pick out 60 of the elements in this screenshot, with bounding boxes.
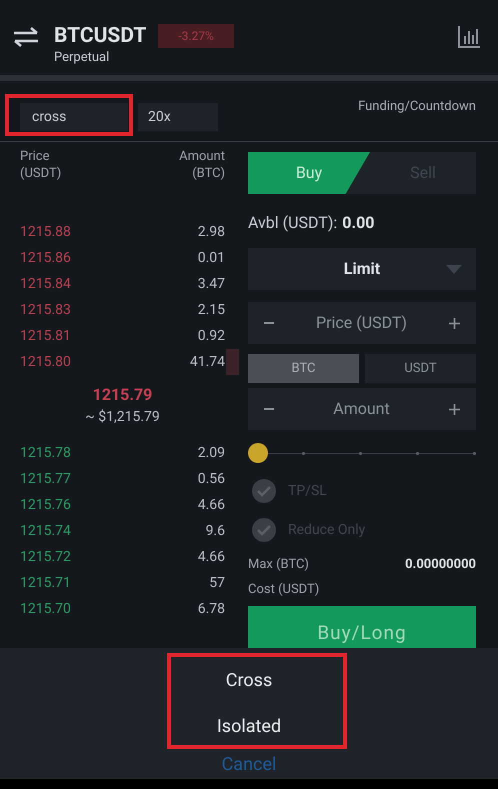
amount-cell-text: 6.78 (198, 600, 225, 618)
order-side-tab[interactable]: Buy (248, 152, 370, 194)
price-cell-text: 1215.76 (20, 496, 71, 514)
amount-cell-text: 3.47 (198, 274, 225, 294)
amount-header: Amount (BTC) (179, 148, 225, 182)
change-badge: -3.27% (158, 24, 234, 48)
sheet-option[interactable]: Isolated (206, 704, 292, 750)
amount-cell-text: 2.09 (198, 444, 225, 462)
amount-stepper[interactable]: Amount (248, 388, 476, 430)
amount-cell-text: 9.6 (206, 522, 225, 540)
price-cell-text: 1215.81 (20, 326, 71, 346)
max-label: Max (BTC) (248, 556, 309, 574)
price-stepper[interactable]: Price (USDT) (248, 302, 476, 344)
last-price: 1215.79 (92, 384, 152, 406)
price-cell-text: 1215.78 (20, 444, 71, 462)
price-cell-text: 1215.72 (20, 548, 71, 566)
price-cell-text: 1215.84 (20, 274, 71, 294)
amount-cell-text: 57 (209, 574, 225, 592)
chart-icon[interactable] (458, 26, 480, 48)
price-input[interactable]: Price (USDT) (274, 311, 449, 335)
amount-cell-text: 2.98 (198, 222, 225, 242)
cost-label: Cost (USDT) (248, 580, 320, 598)
margin-mode-field[interactable]: cross (20, 103, 128, 131)
swap-icon[interactable] (12, 27, 40, 47)
order-type-select[interactable]: Limit (248, 248, 476, 290)
caret-icon (446, 264, 462, 274)
available-value: 0.00 (342, 212, 374, 234)
check-icon[interactable] (252, 518, 276, 542)
plus-icon[interactable] (449, 318, 460, 328)
sheet-option[interactable]: Cross (216, 658, 282, 704)
price-cell-text: 1215.77 (20, 470, 71, 488)
unit-tab[interactable]: USDT (365, 354, 476, 383)
amount-cell-text: 2.15 (198, 300, 225, 320)
plus-icon[interactable] (449, 404, 460, 414)
price-cell-text: 1215.71 (20, 574, 71, 592)
price-header: Price (USDT) (20, 148, 62, 182)
amount-cell-text: 0.92 (198, 326, 225, 346)
last-price-usd: ~ $1,215.79 (85, 408, 160, 427)
amount-cell-text: 0.56 (198, 470, 225, 488)
symbol-title: BTCUSDT (54, 24, 146, 48)
max-value: 0.00000000 (405, 556, 476, 574)
price-cell-text: 1215.80 (20, 352, 71, 372)
amount-cell-text: 4.66 (198, 548, 225, 566)
price-cell-text: 1215.88 (20, 222, 71, 242)
leverage-field[interactable]: 20x (138, 103, 218, 131)
amount-slider[interactable] (248, 442, 476, 464)
slider-thumb[interactable] (248, 443, 268, 463)
amount-input[interactable]: Amount (274, 397, 449, 421)
contract-type: Perpetual (54, 49, 110, 67)
price-cell-text: 1215.86 (20, 248, 71, 268)
available-label: Avbl (USDT): (248, 212, 338, 234)
amount-cell-text: 4.66 (198, 496, 225, 514)
unit-tab[interactable]: BTC (248, 354, 359, 383)
price-cell-text: 1215.74 (20, 522, 71, 540)
check-icon[interactable] (252, 479, 276, 503)
amount-cell-text: 0.01 (198, 248, 225, 268)
amount-cell-text: 41.74 (190, 352, 225, 372)
price-cell-text: 1215.70 (20, 600, 71, 618)
funding-label: Funding/Countdown (358, 98, 476, 116)
price-cell-text: 1215.83 (20, 300, 71, 320)
